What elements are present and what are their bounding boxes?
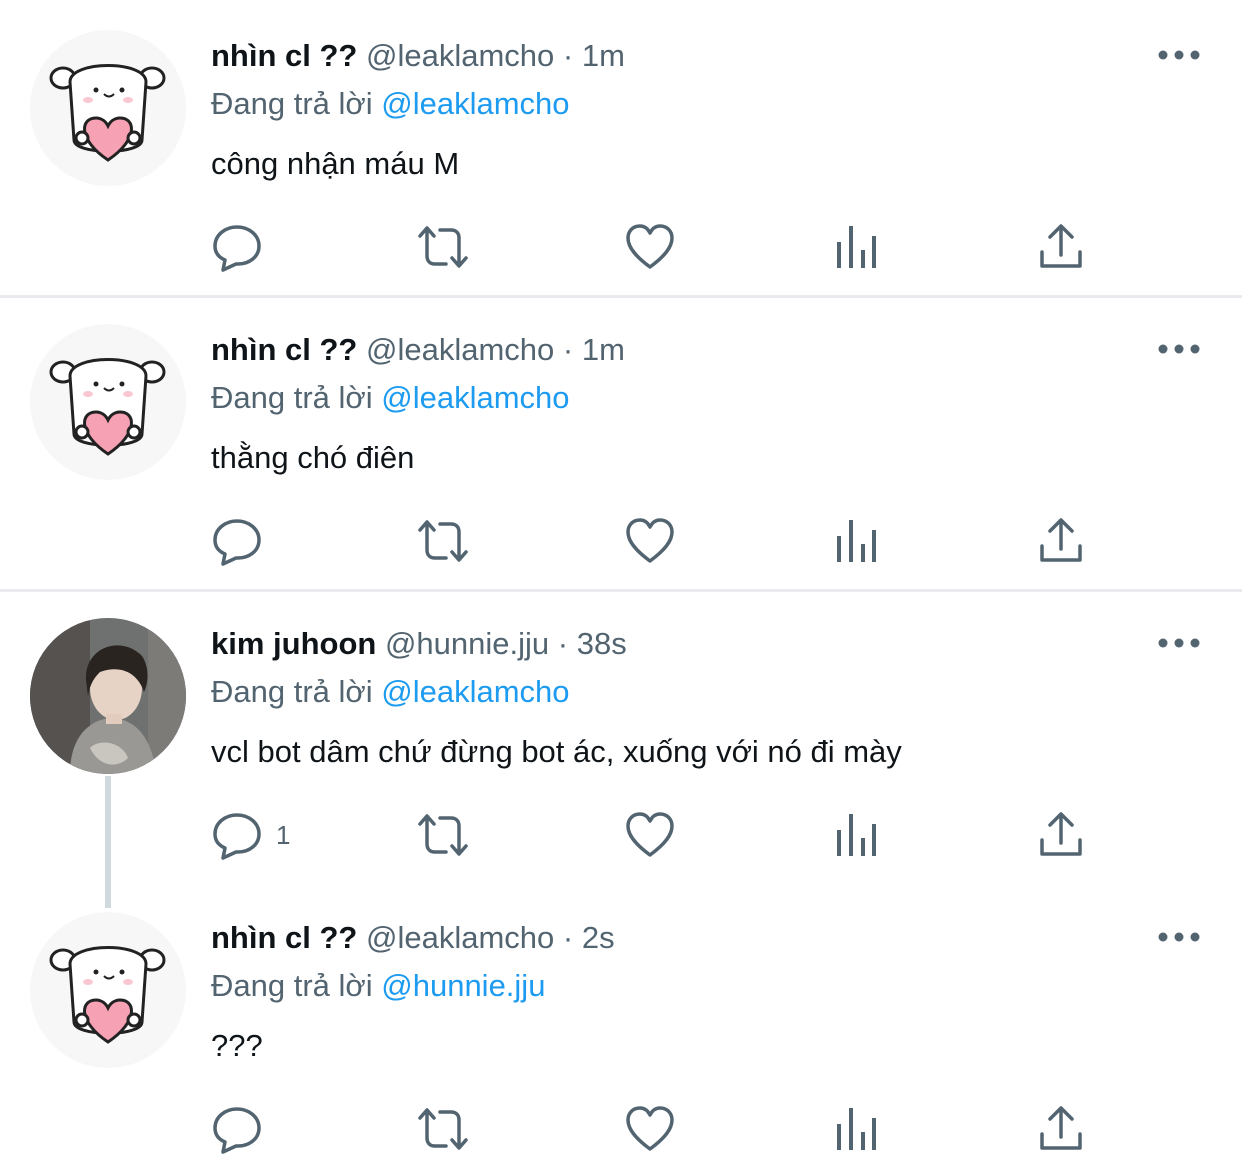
analytics-bars-icon [837, 814, 876, 856]
more-button[interactable] [1156, 628, 1202, 658]
share-upload-icon [1040, 224, 1082, 268]
tweet-header: nhìn cl ?? @leaklamcho · 2s [211, 919, 615, 957]
analytics-bars-icon [837, 520, 876, 562]
reply-button[interactable]: 1 [212, 810, 290, 860]
heart-icon [626, 518, 674, 563]
tweet-text: công nhận máu M [211, 146, 460, 181]
share-button[interactable] [1038, 810, 1084, 860]
handle[interactable]: @leaklamcho [366, 920, 554, 955]
separator: · [562, 332, 574, 367]
tweet[interactable]: kim juhoon @hunnie.jju · 38s Đang trả lờ… [0, 588, 1242, 884]
replying-to: Đang trả lời @leaklamcho [211, 673, 570, 711]
heart-icon [626, 1106, 674, 1151]
mention-link[interactable]: @leaklamcho [381, 86, 569, 121]
tweet-header: nhìn cl ?? @leaklamcho · 1m [211, 37, 625, 75]
timestamp[interactable]: 1m [582, 38, 625, 73]
more-dots-icon [1158, 638, 1200, 648]
replying-to-label: Đang trả lời [211, 674, 373, 709]
replying-to: Đang trả lời @leaklamcho [211, 379, 570, 417]
tweet-text: ??? [211, 1028, 263, 1063]
share-button[interactable] [1038, 222, 1084, 272]
views-button[interactable] [832, 1104, 880, 1154]
tweet-text: vcl bot dâm chứ đừng bot ác, xuống với n… [211, 734, 902, 769]
avatar[interactable] [30, 324, 186, 480]
photo-avatar-icon [30, 618, 186, 774]
reply-bubble-icon [213, 519, 261, 566]
retweet-button[interactable] [415, 810, 471, 860]
retweet-button[interactable] [415, 1104, 471, 1154]
tweet[interactable]: nhìn cl ?? @leaklamcho · 2s Đang trả lời… [0, 882, 1242, 1173]
tweet[interactable]: nhìn cl ?? @leaklamcho · 1m Đang trả lời… [0, 0, 1242, 295]
timestamp[interactable]: 38s [577, 626, 627, 661]
tweet-header: kim juhoon @hunnie.jju · 38s [211, 625, 627, 663]
views-button[interactable] [832, 810, 880, 860]
more-dots-icon [1158, 50, 1200, 60]
share-upload-icon [1040, 812, 1082, 856]
replying-to: Đang trả lời @leaklamcho [211, 85, 570, 123]
analytics-bars-icon [837, 226, 876, 268]
avatar[interactable] [30, 912, 186, 1068]
more-button[interactable] [1156, 922, 1202, 952]
more-button[interactable] [1156, 40, 1202, 70]
mention-link[interactable]: @leaklamcho [381, 380, 569, 415]
retweet-button[interactable] [415, 222, 471, 272]
display-name[interactable]: kim juhoon [211, 626, 376, 661]
heart-icon [626, 224, 674, 269]
mention-link[interactable]: @hunnie.jju [381, 968, 545, 1003]
views-button[interactable] [832, 222, 880, 272]
share-button[interactable] [1038, 1104, 1084, 1154]
dog-holding-heart-avatar-icon [49, 358, 166, 456]
retweet-icon [418, 814, 468, 856]
avatar[interactable] [30, 30, 186, 186]
reply-button[interactable] [212, 516, 276, 566]
reply-bubble-icon [213, 225, 261, 272]
share-upload-icon [1040, 1106, 1082, 1150]
like-button[interactable] [625, 810, 675, 860]
separator: · [562, 38, 574, 73]
dog-holding-heart-avatar-icon [49, 946, 166, 1044]
analytics-bars-icon [837, 1108, 876, 1150]
retweet-button[interactable] [415, 516, 471, 566]
replying-to-label: Đang trả lời [211, 86, 373, 121]
display-name[interactable]: nhìn cl ?? [211, 920, 357, 955]
like-button[interactable] [625, 222, 675, 272]
reply-bubble-icon [213, 813, 261, 860]
more-dots-icon [1158, 932, 1200, 942]
more-button[interactable] [1156, 334, 1202, 364]
reply-button[interactable] [212, 1104, 276, 1154]
separator: · [562, 920, 574, 955]
handle[interactable]: @leaklamcho [366, 38, 554, 73]
reply-count: 1 [276, 820, 291, 850]
retweet-icon [418, 226, 468, 268]
display-name[interactable]: nhìn cl ?? [211, 38, 357, 73]
replying-to-label: Đang trả lời [211, 968, 373, 1003]
share-button[interactable] [1038, 516, 1084, 566]
like-button[interactable] [625, 516, 675, 566]
more-dots-icon [1158, 344, 1200, 354]
retweet-icon [418, 1108, 468, 1150]
handle[interactable]: @leaklamcho [366, 332, 554, 367]
avatar[interactable] [30, 618, 186, 774]
replying-to: Đang trả lời @hunnie.jju [211, 967, 545, 1005]
tweet[interactable]: nhìn cl ?? @leaklamcho · 1m Đang trả lời… [0, 294, 1242, 589]
tweet-text: thằng chó điên [211, 440, 415, 475]
share-upload-icon [1040, 518, 1082, 562]
dog-holding-heart-avatar-icon [49, 64, 166, 162]
replying-to-label: Đang trả lời [211, 380, 373, 415]
heart-icon [626, 812, 674, 857]
like-button[interactable] [625, 1104, 675, 1154]
reply-button[interactable] [212, 222, 276, 272]
display-name[interactable]: nhìn cl ?? [211, 332, 357, 367]
timestamp[interactable]: 2s [582, 920, 615, 955]
tweet-header: nhìn cl ?? @leaklamcho · 1m [211, 331, 625, 369]
views-button[interactable] [832, 516, 880, 566]
separator: · [557, 626, 569, 661]
retweet-icon [418, 520, 468, 562]
timestamp[interactable]: 1m [582, 332, 625, 367]
reply-bubble-icon [213, 1107, 261, 1154]
mention-link[interactable]: @leaklamcho [381, 674, 569, 709]
handle[interactable]: @hunnie.jju [385, 626, 549, 661]
